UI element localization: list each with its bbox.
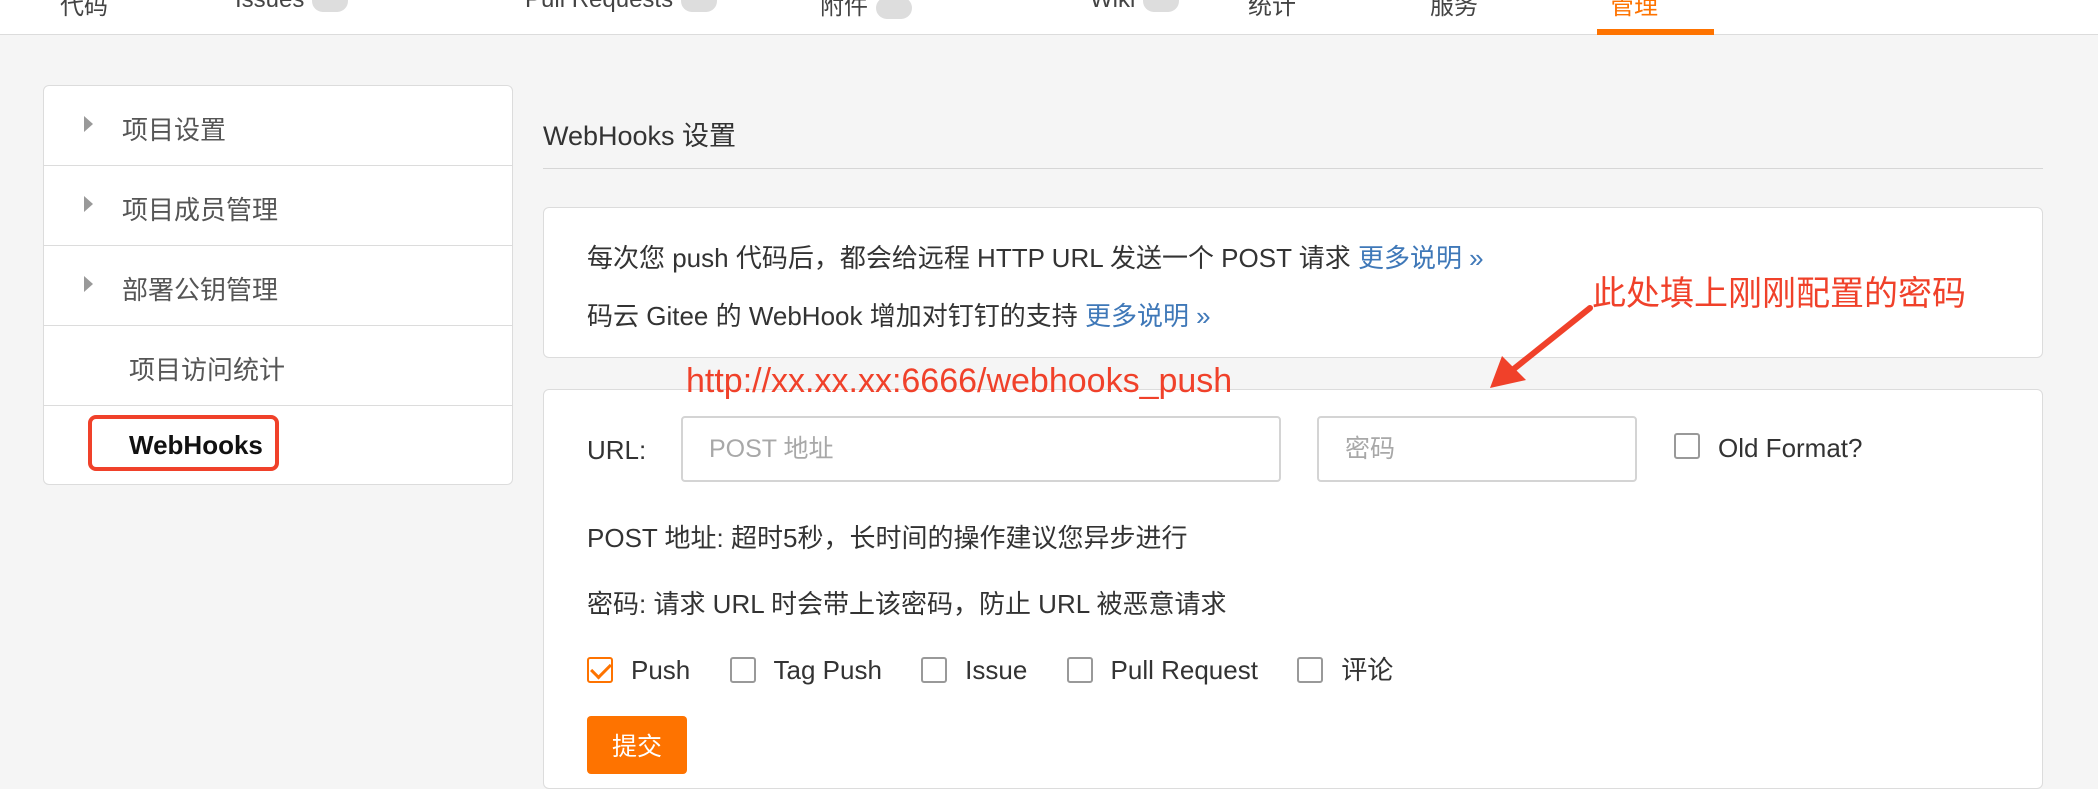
password-input[interactable] xyxy=(1317,416,1637,482)
event-tag-push[interactable]: Tag Push xyxy=(729,655,882,686)
sidebar-item-deploy-keys[interactable]: 部署公钥管理 xyxy=(44,246,512,326)
tab-code[interactable]: 代码 xyxy=(60,0,108,26)
sidebar-item-members[interactable]: 项目成员管理 xyxy=(44,166,512,246)
push-checkbox[interactable] xyxy=(587,657,613,683)
annotation-arrow-icon xyxy=(1490,305,1593,388)
password-annotation: 此处填上刚刚配置的密码 xyxy=(1592,275,1966,313)
sidebar-item-label: 项目设置 xyxy=(122,115,227,145)
event-pull-request[interactable]: Pull Request xyxy=(1066,655,1258,686)
pull-request-checkbox[interactable] xyxy=(1066,657,1093,683)
old-format-checkbox[interactable] xyxy=(1674,433,1700,459)
tab-services[interactable]: 服务 xyxy=(1430,0,1478,26)
tab-pull-requests[interactable]: Pull Requests xyxy=(525,0,718,26)
more-info-link[interactable]: 更多说明 » xyxy=(1358,243,1484,273)
event-comment[interactable]: 评论 xyxy=(1297,650,1393,687)
tab-wiki[interactable]: Wiki xyxy=(1090,0,1180,26)
caret-right-icon xyxy=(84,276,93,292)
sidebar-item-visit-stats[interactable]: 项目访问统计 xyxy=(44,326,512,406)
count-badge xyxy=(1143,0,1180,12)
url-label: URL: xyxy=(587,435,647,465)
webhook-form: URL: Old Format? POST 地址: 超时5秒，长时间的操作建议您… xyxy=(543,389,2043,789)
tag-push-checkbox[interactable] xyxy=(729,657,756,683)
event-push[interactable]: Push xyxy=(587,655,690,686)
page-title: WebHooks 设置 xyxy=(543,121,737,151)
top-nav: 代码 Issues Pull Requests 附件 Wiki 统计 服务 管理 xyxy=(0,0,2098,35)
event-issue[interactable]: Issue xyxy=(921,655,1027,686)
comment-checkbox[interactable] xyxy=(1297,657,1324,683)
highlight-box xyxy=(88,415,279,471)
tab-stats[interactable]: 统计 xyxy=(1248,0,1296,26)
post-url-help: POST 地址: 超时5秒，长时间的操作建议您异步进行 xyxy=(587,523,1188,553)
settings-sidebar: 项目设置 项目成员管理 部署公钥管理 项目访问统计 WebHooks xyxy=(43,85,513,485)
sidebar-item-project-settings[interactable]: 项目设置 xyxy=(44,86,512,166)
sidebar-item-label: 项目成员管理 xyxy=(122,195,279,225)
tab-attachments[interactable]: 附件 xyxy=(820,0,912,26)
post-url-input[interactable] xyxy=(681,416,1281,482)
caret-right-icon xyxy=(84,116,93,132)
password-help: 密码: 请求 URL 时会带上该密码，防止 URL 被恶意请求 xyxy=(587,589,1227,619)
active-tab-indicator xyxy=(1597,29,1714,35)
issue-checkbox[interactable] xyxy=(921,657,948,683)
url-annotation: http://xx.xx.xx:6666/webhooks_push xyxy=(686,362,1233,400)
more-info-link[interactable]: 更多说明 » xyxy=(1085,301,1211,331)
count-badge xyxy=(681,0,718,12)
event-checkboxes: Push Tag Push Issue Pull Request 评论 xyxy=(587,650,1425,687)
sidebar-item-label: 项目访问统计 xyxy=(129,355,286,385)
sidebar-item-label: 部署公钥管理 xyxy=(122,275,279,305)
old-format-option[interactable]: Old Format? xyxy=(1674,433,1863,464)
submit-button[interactable]: 提交 xyxy=(587,716,687,774)
info-line-1: 每次您 push 代码后，都会给远程 HTTP URL 发送一个 POST 请求… xyxy=(587,243,1484,273)
tab-issues[interactable]: Issues xyxy=(235,0,349,26)
info-line-2: 码云 Gitee 的 WebHook 增加对钉钉的支持 更多说明 » xyxy=(587,301,1211,331)
divider xyxy=(543,168,2043,169)
tab-manage[interactable]: 管理 xyxy=(1610,0,1658,26)
count-badge xyxy=(312,0,349,12)
old-format-label: Old Format? xyxy=(1718,433,1863,463)
sidebar-item-webhooks[interactable]: WebHooks xyxy=(44,406,512,486)
caret-right-icon xyxy=(84,196,93,212)
count-badge xyxy=(876,0,912,19)
